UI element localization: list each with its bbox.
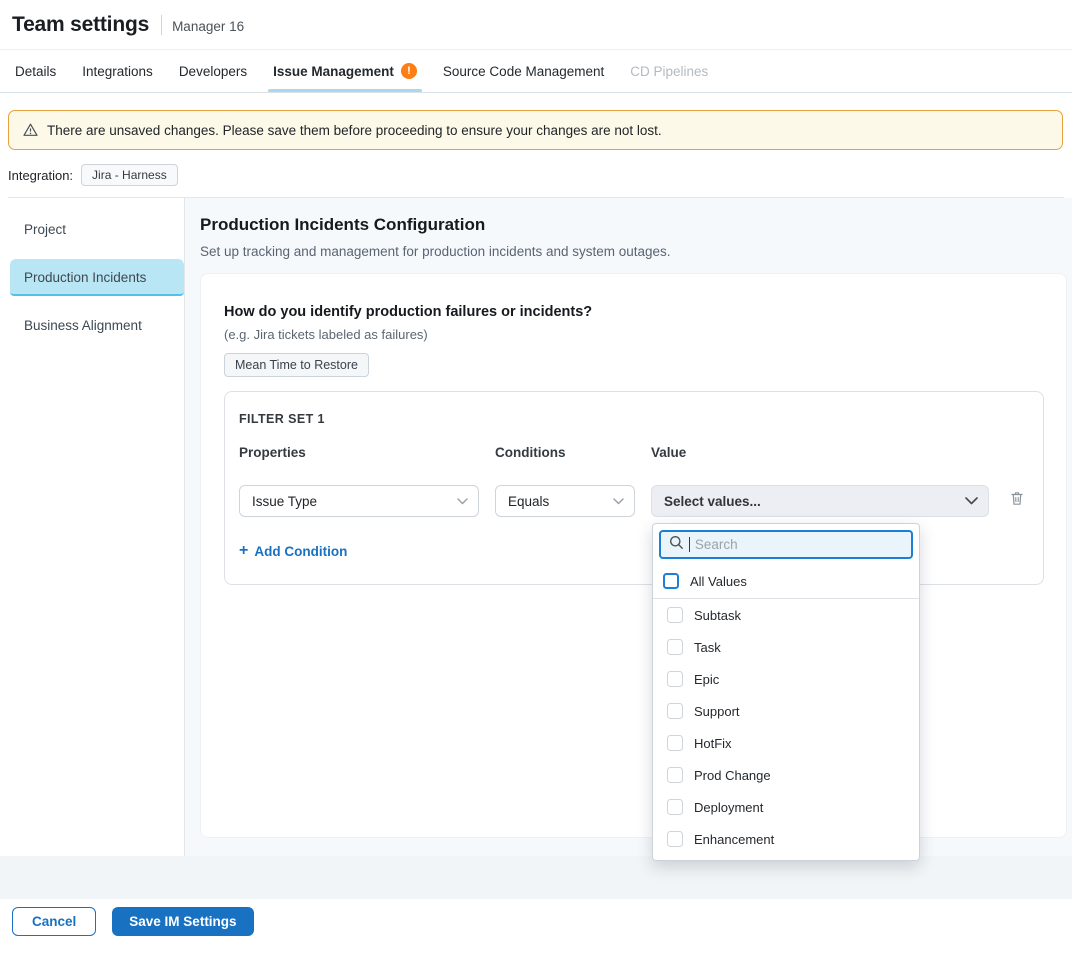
tab-bar: Details Integrations Developers Issue Ma…	[0, 50, 1072, 93]
value-multiselect[interactable]: Select values...	[651, 485, 989, 517]
incidents-config-card: How do you identify production failures …	[200, 273, 1067, 838]
option-label: Support	[694, 704, 740, 719]
chevron-down-icon	[457, 498, 468, 505]
sidebar-item-project[interactable]: Project	[10, 211, 184, 248]
title-divider	[161, 15, 162, 35]
integration-row: Integration: Jira - Harness	[8, 164, 1064, 186]
option-hotfix[interactable]: HotFix	[653, 727, 919, 759]
delete-condition-button[interactable]	[1005, 489, 1029, 513]
sidebar-item-label: Project	[24, 222, 66, 237]
page-subtitle: Manager 16	[172, 16, 244, 34]
checkbox[interactable]	[667, 799, 683, 815]
integration-label: Integration:	[8, 168, 73, 183]
tab-integrations[interactable]: Integrations	[69, 50, 166, 92]
search-input[interactable]	[695, 537, 903, 552]
value-dropdown-panel[interactable]: All Values Subtask Task Epic Support Hot…	[652, 523, 920, 861]
value-cell: Select values...	[651, 485, 989, 517]
tab-label: Developers	[179, 64, 247, 79]
condition-select-value: Equals	[508, 494, 549, 509]
page-header: Team settings Manager 16	[0, 0, 1072, 50]
option-label: Prod Change	[694, 768, 771, 783]
checkbox[interactable]	[667, 671, 683, 687]
plus-icon: +	[239, 542, 248, 560]
add-condition-label: Add Condition	[254, 544, 347, 559]
option-deployment[interactable]: Deployment	[653, 791, 919, 823]
warning-text: There are unsaved changes. Please save t…	[47, 123, 662, 138]
section-title: Production Incidents Configuration	[200, 215, 1067, 235]
option-subtask[interactable]: Subtask	[653, 599, 919, 631]
page-title: Team settings	[12, 13, 149, 37]
sidebar-item-production-incidents[interactable]: Production Incidents	[10, 259, 184, 296]
tab-issue-management[interactable]: Issue Management !	[260, 50, 430, 92]
option-label: Task	[694, 640, 721, 655]
dropdown-search	[659, 530, 913, 559]
integration-chip[interactable]: Jira - Harness	[81, 164, 178, 186]
tab-source-code-management[interactable]: Source Code Management	[430, 50, 617, 92]
tab-label: Integrations	[82, 64, 153, 79]
unsaved-changes-banner: There are unsaved changes. Please save t…	[8, 110, 1063, 150]
value-header: Value	[651, 445, 989, 460]
option-saas-incident[interactable]: SaaS Incident	[653, 855, 919, 861]
save-im-settings-button[interactable]: Save IM Settings	[112, 907, 253, 936]
tab-developers[interactable]: Developers	[166, 50, 260, 92]
search-icon	[669, 535, 684, 555]
filter-set-title: FILTER SET 1	[239, 412, 1029, 426]
tab-details[interactable]: Details	[2, 50, 69, 92]
option-enhancement[interactable]: Enhancement	[653, 823, 919, 855]
conditions-header: Conditions	[495, 445, 635, 460]
tab-label: CD Pipelines	[630, 64, 708, 79]
property-select-value: Issue Type	[252, 494, 317, 509]
option-label: Deployment	[694, 800, 763, 815]
metric-chip[interactable]: Mean Time to Restore	[224, 353, 369, 377]
sidebar-item-label: Business Alignment	[24, 318, 142, 333]
option-prod-change[interactable]: Prod Change	[653, 759, 919, 791]
section-subtitle: Set up tracking and management for produ…	[200, 244, 1067, 259]
value-select-placeholder: Select values...	[664, 494, 761, 509]
chevron-down-icon	[965, 497, 978, 505]
tab-label: Issue Management	[273, 64, 394, 79]
sidebar-item-business-alignment[interactable]: Business Alignment	[10, 307, 184, 344]
sidebar-item-label: Production Incidents	[24, 270, 146, 285]
filter-column-headers: Properties Conditions Value	[239, 445, 1029, 460]
alert-badge-icon: !	[401, 63, 417, 79]
properties-header: Properties	[239, 445, 479, 460]
footer-actions: Cancel Save IM Settings	[0, 899, 1072, 956]
property-select[interactable]: Issue Type	[239, 485, 479, 517]
checkbox[interactable]	[667, 735, 683, 751]
trash-icon	[1009, 490, 1025, 512]
option-support[interactable]: Support	[653, 695, 919, 727]
checkbox[interactable]	[667, 703, 683, 719]
checkbox[interactable]	[667, 607, 683, 623]
checkbox[interactable]	[667, 831, 683, 847]
option-task[interactable]: Task	[653, 631, 919, 663]
option-label: Subtask	[694, 608, 741, 623]
option-epic[interactable]: Epic	[653, 663, 919, 695]
main-panel: Production Incidents Configuration Set u…	[185, 198, 1072, 856]
option-label: Epic	[694, 672, 719, 687]
option-label: HotFix	[694, 736, 732, 751]
footer-strip	[0, 856, 1072, 899]
identify-hint: (e.g. Jira tickets labeled as failures)	[224, 327, 1044, 342]
warning-triangle-icon	[22, 122, 39, 138]
add-condition-button[interactable]: + Add Condition	[239, 542, 347, 560]
tab-label: Details	[15, 64, 56, 79]
settings-sidebar: Project Production Incidents Business Al…	[0, 198, 185, 856]
filter-set-1: FILTER SET 1 Properties Conditions Value…	[224, 391, 1044, 585]
tab-cd-pipelines: CD Pipelines	[617, 50, 721, 92]
tab-label: Source Code Management	[443, 64, 604, 79]
option-label: All Values	[690, 574, 747, 589]
cancel-button[interactable]: Cancel	[12, 907, 96, 936]
chevron-down-icon	[613, 498, 624, 505]
filter-condition-row: Issue Type Equals Select values...	[239, 485, 1029, 517]
identify-question: How do you identify production failures …	[224, 304, 1044, 320]
checkbox[interactable]	[667, 767, 683, 783]
option-all-values[interactable]: All Values	[653, 565, 919, 599]
condition-select[interactable]: Equals	[495, 485, 635, 517]
checkbox[interactable]	[667, 639, 683, 655]
all-values-checkbox[interactable]	[663, 573, 679, 589]
text-cursor	[689, 537, 690, 552]
content-region: Project Production Incidents Business Al…	[0, 198, 1072, 856]
option-label: Enhancement	[694, 832, 774, 847]
